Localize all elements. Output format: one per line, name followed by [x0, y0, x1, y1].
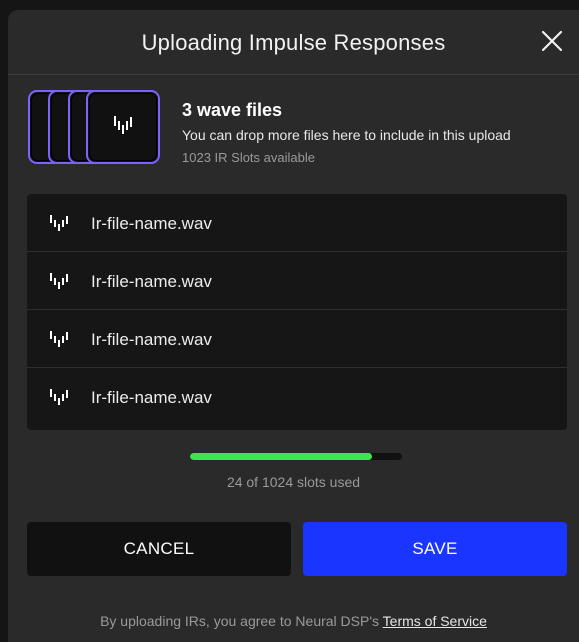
file-name: Ir-file-name.wav	[91, 388, 212, 407]
file-name: Ir-file-name.wav	[91, 330, 212, 349]
file-name: Ir-file-name.wav	[91, 272, 212, 291]
waveform-icon	[49, 388, 69, 411]
slots-used-label: 24 of 1024 slots used	[226, 474, 361, 490]
list-item[interactable]: Ir-file-name.wav	[27, 252, 567, 310]
close-icon[interactable]	[541, 30, 563, 52]
file-stack	[28, 90, 168, 170]
modal-title: Uploading Impulse Responses	[141, 30, 446, 55]
slots-progress-bar	[190, 453, 402, 460]
save-button[interactable]: SAVE	[303, 522, 567, 576]
list-item[interactable]: Ir-file-name.wav	[27, 310, 567, 368]
drop-zone[interactable]: 3 wave files You can drop more files her…	[28, 90, 558, 170]
files-count: 3 wave files	[182, 100, 283, 120]
file-name: Ir-file-name.wav	[91, 214, 212, 233]
upload-modal: Uploading Impulse Responses 3 wave files…	[8, 10, 579, 642]
waveform-icon	[49, 330, 69, 353]
list-item[interactable]: Ir-file-name.wav	[27, 194, 567, 252]
file-list: Ir-file-name.wav Ir-file-name.wav Ir-fil…	[27, 194, 567, 430]
terms-notice: By uploading IRs, you agree to Neural DS…	[8, 613, 579, 629]
file-card	[86, 90, 160, 164]
cancel-button[interactable]: CANCEL	[27, 522, 291, 576]
slots-progress-fill	[190, 453, 373, 460]
modal-header: Uploading Impulse Responses	[8, 10, 579, 75]
waveform-icon	[49, 214, 69, 237]
slots-available: 1023 IR Slots available	[182, 150, 315, 165]
drop-hint: You can drop more files here to include …	[182, 127, 511, 143]
terms-text: By uploading IRs, you agree to Neural DS…	[100, 613, 383, 629]
waveform-icon	[49, 272, 69, 295]
list-item[interactable]: Ir-file-name.wav	[27, 368, 567, 426]
terms-of-service-link[interactable]: Terms of Service	[383, 613, 487, 629]
